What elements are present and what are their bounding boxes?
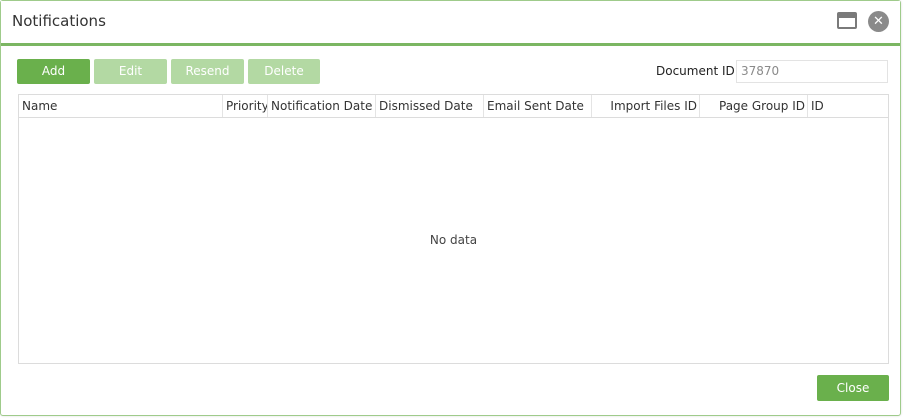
grid-header: Name Priority Notification Date Dismisse…	[19, 95, 888, 118]
column-header-id[interactable]: ID	[808, 95, 888, 117]
add-button[interactable]: Add	[17, 59, 90, 84]
dialog-titlebar: Notifications ✕	[1, 1, 900, 46]
notifications-dialog: Notifications ✕ Add Edit Resend Delete D…	[0, 0, 901, 416]
delete-button[interactable]: Delete	[248, 59, 320, 84]
notifications-grid: Name Priority Notification Date Dismisse…	[18, 94, 889, 364]
column-header-name[interactable]: Name	[19, 95, 223, 117]
maximize-icon-bar	[839, 14, 855, 18]
document-id-label: Document ID:	[656, 64, 739, 78]
column-header-dismissed-date[interactable]: Dismissed Date	[376, 95, 484, 117]
column-header-email-sent-date[interactable]: Email Sent Date	[484, 95, 592, 117]
column-header-notification-date[interactable]: Notification Date	[268, 95, 376, 117]
edit-button[interactable]: Edit	[94, 59, 167, 84]
column-header-import-files-id[interactable]: Import Files ID	[592, 95, 700, 117]
dialog-title: Notifications	[12, 12, 106, 30]
close-icon[interactable]: ✕	[868, 11, 889, 32]
empty-state-text: No data	[429, 233, 478, 247]
column-header-page-group-id[interactable]: Page Group ID	[700, 95, 808, 117]
close-button[interactable]: Close	[817, 375, 889, 401]
maximize-icon[interactable]	[837, 12, 857, 29]
resend-button[interactable]: Resend	[171, 59, 244, 84]
column-header-priority[interactable]: Priority	[223, 95, 268, 117]
document-id-field[interactable]: 37870	[736, 60, 888, 83]
